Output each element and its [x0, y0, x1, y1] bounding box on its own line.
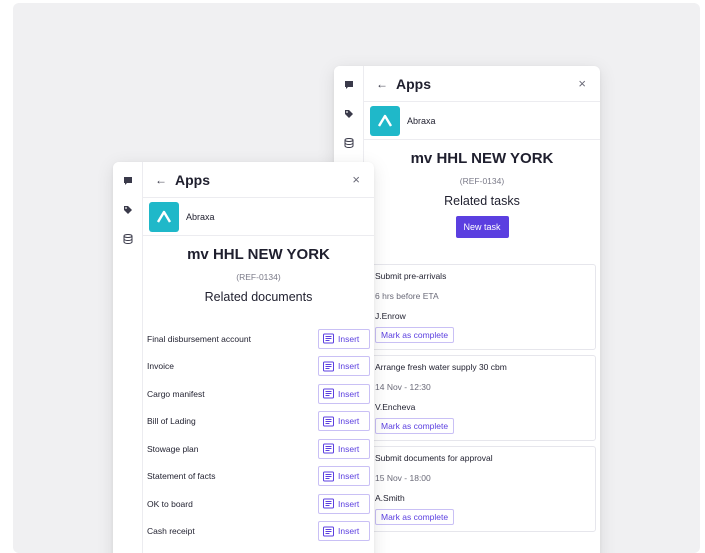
chat-icon[interactable]: [343, 79, 354, 90]
insert-button[interactable]: Insert: [318, 466, 370, 487]
app-name: Abraxa: [186, 211, 215, 222]
abraxa-logo-icon: [149, 201, 179, 232]
task-title: Submit documents for approval: [375, 453, 493, 463]
abraxa-logo-icon: [370, 105, 400, 136]
document-icon: [323, 498, 334, 509]
tag-icon[interactable]: [122, 204, 133, 215]
vessel-name: mv HHL NEW YORK: [187, 246, 330, 263]
list-item: Bill of Lading Insert: [143, 408, 374, 436]
panel-title: Apps: [396, 75, 431, 92]
section-title: Related tasks: [444, 194, 520, 208]
document-icon: [323, 416, 334, 427]
mark-complete-button[interactable]: Mark as complete: [375, 418, 455, 434]
list-item: Statement of facts Insert: [143, 463, 374, 491]
panel-content: ← Apps × Abraxa mv HHL NEW YORK (REF-013…: [364, 66, 600, 553]
close-icon[interactable]: ×: [352, 172, 360, 187]
task-due: 15 Nov - 18:00: [375, 473, 431, 483]
insert-label: Insert: [338, 526, 360, 537]
task-title: Arrange fresh water supply 30 cbm: [375, 362, 507, 372]
task-assignee: A.Smith: [375, 493, 405, 503]
list-item: Invoice Insert: [143, 353, 374, 381]
insert-label: Insert: [338, 333, 360, 344]
panel-header: ← Apps ×: [143, 162, 374, 198]
task-card: Arrange fresh water supply 30 cbm 14 Nov…: [368, 355, 596, 441]
document-name: Bill of Lading: [147, 416, 196, 427]
database-icon[interactable]: [343, 137, 354, 148]
document-name: Final disbursement account: [147, 333, 251, 344]
document-name: Cash receipt: [147, 526, 195, 537]
document-icon: [323, 526, 334, 537]
task-assignee: V.Encheva: [375, 402, 416, 412]
document-name: Statement of facts: [147, 471, 216, 482]
document-icon: [323, 388, 334, 399]
side-rail: [113, 162, 143, 553]
task-due: 14 Nov - 12:30: [375, 382, 431, 392]
list-item: Final disbursement account Insert: [143, 325, 374, 353]
document-name: Stowage plan: [147, 443, 199, 454]
insert-button[interactable]: Insert: [318, 521, 370, 542]
new-task-button[interactable]: New task: [455, 216, 509, 238]
reference-number: (REF-0134): [236, 272, 281, 282]
document-icon: [323, 361, 334, 372]
canvas-background: ← Apps × Abraxa mv HHL NEW YORK (REF-013…: [13, 3, 700, 553]
list-item: Cash receipt Insert: [143, 518, 374, 546]
document-icon: [323, 333, 334, 344]
insert-button[interactable]: Insert: [318, 383, 370, 404]
chat-icon[interactable]: [122, 175, 133, 186]
insert-button[interactable]: Insert: [318, 411, 370, 432]
tag-icon[interactable]: [343, 108, 354, 119]
app-row: Abraxa: [364, 102, 600, 140]
task-assignee: J.Enrow: [375, 311, 406, 321]
related-documents-panel: ← Apps × Abraxa mv HHL NEW YORK (REF-013…: [113, 162, 374, 553]
back-arrow-icon[interactable]: ←: [155, 173, 175, 187]
insert-button[interactable]: Insert: [318, 356, 370, 377]
vessel-name: mv HHL NEW YORK: [410, 150, 554, 167]
close-icon[interactable]: ×: [578, 76, 586, 91]
list-item: OK to board Insert: [143, 490, 374, 518]
insert-label: Insert: [338, 361, 360, 372]
section-title: Related documents: [204, 290, 313, 304]
mark-complete-button[interactable]: Mark as complete: [375, 327, 455, 343]
list-item: Cargo manifest Insert: [143, 380, 374, 408]
mark-complete-button[interactable]: Mark as complete: [375, 509, 455, 525]
document-icon: [323, 471, 334, 482]
panel-header: ← Apps ×: [364, 66, 600, 102]
app-row: Abraxa: [143, 198, 374, 236]
insert-button[interactable]: Insert: [318, 493, 370, 514]
list-item: Stowage plan Insert: [143, 435, 374, 463]
document-name: Invoice: [147, 361, 174, 372]
insert-label: Insert: [338, 416, 360, 427]
panel-content: ← Apps × Abraxa mv HHL NEW YORK (REF-013…: [143, 162, 374, 553]
panel-title: Apps: [175, 171, 210, 188]
database-icon[interactable]: [122, 233, 133, 244]
document-name: Cargo manifest: [147, 388, 205, 399]
task-card: Submit documents for approval 15 Nov - 1…: [368, 446, 596, 532]
task-title: Submit pre-arrivals: [375, 271, 447, 281]
task-list: Submit pre-arrivals 6 hrs before ETA J.E…: [368, 264, 596, 537]
insert-label: Insert: [338, 498, 360, 509]
reference-number: (REF-0134): [459, 176, 505, 186]
insert-button[interactable]: Insert: [318, 328, 370, 349]
document-name: OK to board: [147, 498, 193, 509]
task-card: Submit pre-arrivals 6 hrs before ETA J.E…: [368, 264, 596, 350]
document-list: Final disbursement account Insert Invoic…: [143, 325, 374, 545]
insert-label: Insert: [338, 471, 360, 482]
document-icon: [323, 443, 334, 454]
insert-label: Insert: [338, 388, 360, 399]
app-name: Abraxa: [407, 115, 436, 126]
insert-button[interactable]: Insert: [318, 438, 370, 459]
task-due: 6 hrs before ETA: [375, 291, 439, 301]
insert-label: Insert: [338, 443, 360, 454]
back-arrow-icon[interactable]: ←: [376, 77, 396, 91]
